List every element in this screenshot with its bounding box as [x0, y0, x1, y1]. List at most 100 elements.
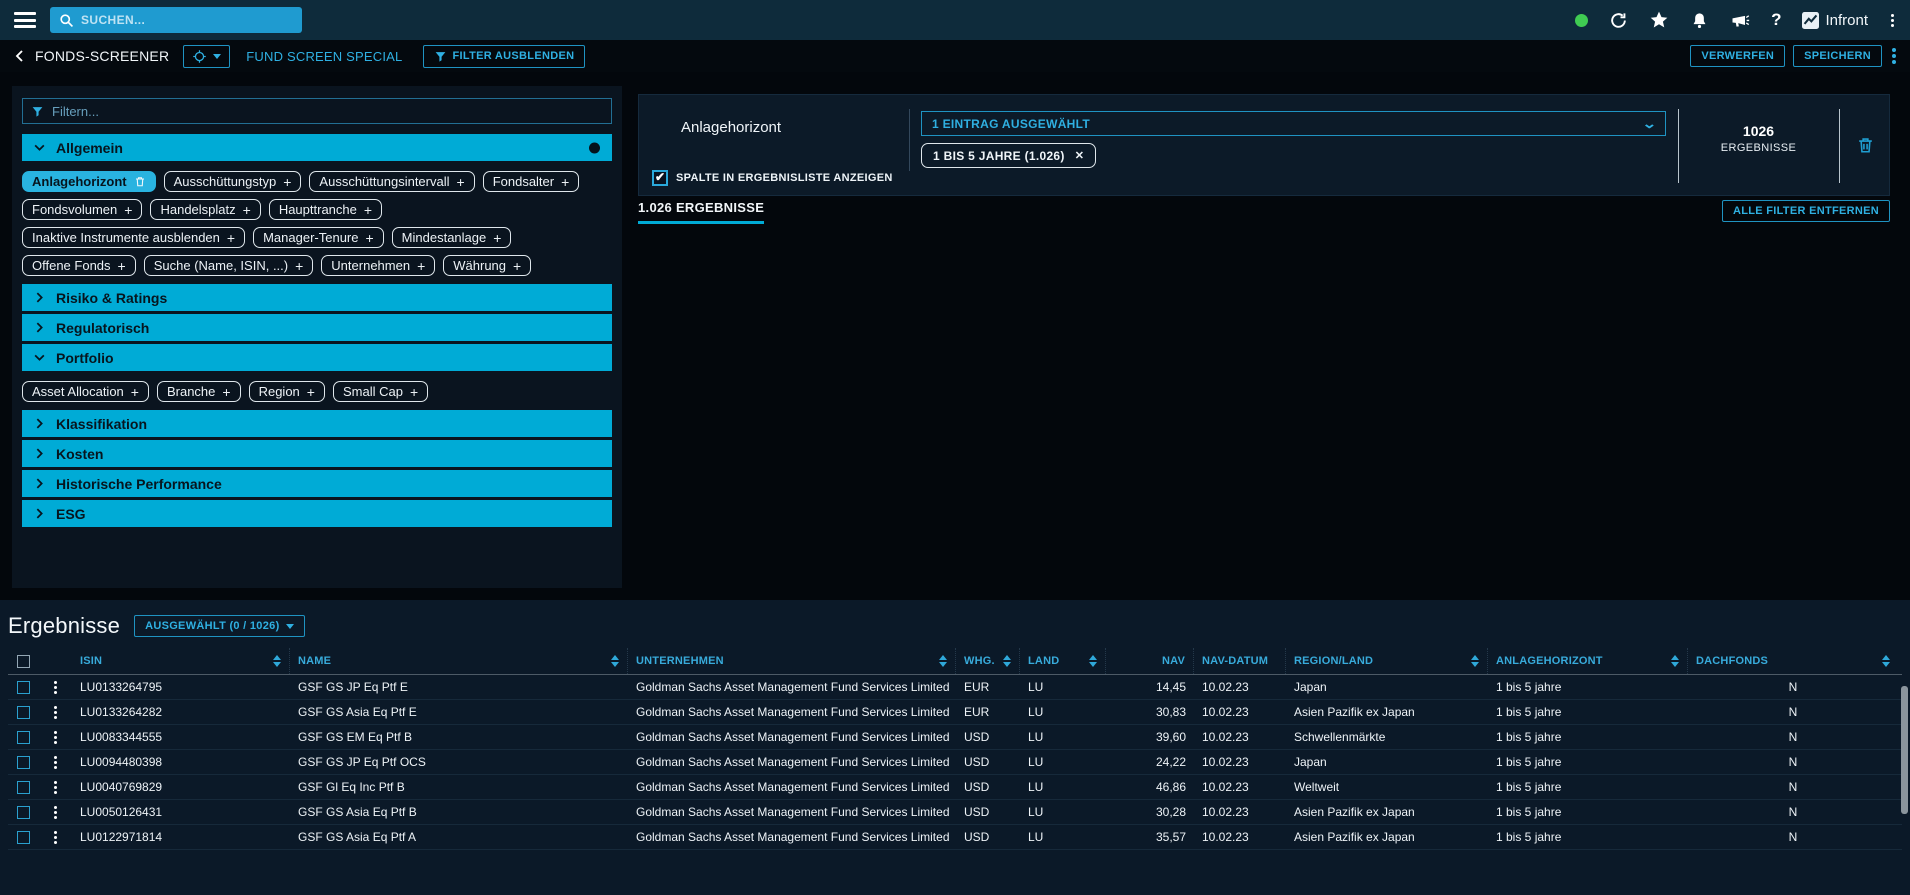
filter-chip-aussch-ttungsintervall[interactable]: Ausschüttungsintervall+ [309, 171, 474, 192]
star-icon[interactable] [1649, 10, 1669, 30]
filter-section-historische-performance[interactable]: Historische Performance [22, 470, 612, 497]
row-kebab-menu[interactable] [52, 779, 59, 796]
filter-section-regulatorisch[interactable]: Regulatorisch [22, 314, 612, 341]
filter-chip-handelsplatz[interactable]: Handelsplatz+ [150, 199, 260, 220]
table-row[interactable]: LU0133264795GSF GS JP Eq Ptf EGoldman Sa… [8, 675, 1902, 700]
row-kebab-menu[interactable] [52, 679, 59, 696]
filter-chip-region[interactable]: Region+ [249, 381, 325, 402]
row-kebab-menu[interactable] [52, 829, 59, 846]
filter-section-esg[interactable]: ESG [22, 500, 612, 527]
filter-chip-anlagehorizont[interactable]: Anlagehorizont [22, 171, 156, 192]
filter-chip-fondsalter[interactable]: Fondsalter+ [483, 171, 580, 192]
filter-area: Allgemein Anlagehorizont Ausschüttungstyp+… [0, 72, 1910, 600]
row-kebab-menu[interactable] [52, 804, 59, 821]
filter-chip-mindestanlage[interactable]: Mindestanlage+ [392, 227, 512, 248]
row-kebab-menu[interactable] [52, 754, 59, 771]
filter-chip-fondsvolumen[interactable]: Fondsvolumen+ [22, 199, 142, 220]
row-checkbox[interactable] [17, 681, 30, 694]
sort-icon[interactable] [1083, 655, 1097, 667]
clear-all-filters-button[interactable]: ALLE FILTER ENTFERNEN [1722, 200, 1890, 222]
discard-button[interactable]: VERWERFEN [1690, 45, 1785, 67]
cell-whg: USD [956, 805, 1020, 819]
sort-icon[interactable] [1665, 655, 1679, 667]
remove-value-icon[interactable]: ✕ [1075, 149, 1085, 162]
column-header-name[interactable]: NAME [290, 648, 628, 674]
save-button[interactable]: SPEICHERN [1793, 45, 1882, 67]
row-checkbox[interactable] [17, 706, 30, 719]
refresh-icon[interactable] [1609, 11, 1628, 30]
column-header-dachfonds[interactable]: DACHFONDS [1688, 648, 1898, 674]
row-checkbox[interactable] [17, 756, 30, 769]
row-checkbox[interactable] [17, 831, 30, 844]
row-checkbox[interactable] [17, 731, 30, 744]
filter-chip-aussch-ttungstyp[interactable]: Ausschüttungstyp+ [164, 171, 302, 192]
help-icon[interactable]: ? [1771, 10, 1781, 30]
column-header-nav[interactable]: NAV [1106, 648, 1194, 674]
table-row[interactable]: LU0094480398GSF GS JP Eq Ptf OCSGoldman … [8, 750, 1902, 775]
table-row[interactable]: LU0122971814GSF GS Asia Eq Ptf AGoldman … [8, 825, 1902, 850]
filter-chip-w-hrung[interactable]: Währung+ [443, 255, 531, 276]
row-kebab-menu[interactable] [52, 704, 59, 721]
filter-chip-asset-allocation[interactable]: Asset Allocation+ [22, 381, 149, 402]
horizon-select[interactable]: 1 EINTRAG AUSGEWÄHLT ⌄ [921, 111, 1666, 136]
filter-section-klassifikation[interactable]: Klassifikation [22, 410, 612, 437]
select-all-checkbox[interactable] [17, 655, 30, 668]
filter-chip-haupttranche[interactable]: Haupttranche+ [269, 199, 382, 220]
section-label: ESG [56, 506, 86, 522]
topbar-kebab-menu[interactable] [1889, 12, 1896, 29]
trash-icon[interactable] [134, 175, 146, 188]
sort-icon[interactable] [1465, 655, 1479, 667]
table-row[interactable]: LU0040769829GSF Gl Eq Inc Ptf BGoldman S… [8, 775, 1902, 800]
selected-value-chip[interactable]: 1 BIS 5 JAHRE (1.026) ✕ [921, 143, 1096, 168]
filter-section-risiko-ratings[interactable]: Risiko & Ratings [22, 284, 612, 311]
results-count-link[interactable]: 1.026 ERGEBNISSE [638, 200, 764, 224]
remove-filter-button[interactable] [1839, 95, 1891, 195]
column-header-anlagehorizont[interactable]: ANLAGEHORIZONT [1488, 648, 1688, 674]
column-header-unternehmen[interactable]: UNTERNEHMEN [628, 648, 956, 674]
megaphone-icon[interactable] [1730, 10, 1750, 30]
toolbar-kebab-menu[interactable] [1890, 46, 1898, 66]
column-header-isin[interactable]: ISIN [72, 648, 290, 674]
row-checkbox[interactable] [17, 806, 30, 819]
scrollbar-thumb[interactable] [1901, 686, 1908, 814]
filter-section-allgemein[interactable]: Allgemein [22, 134, 612, 161]
filter-chip-unternehmen[interactable]: Unternehmen+ [321, 255, 435, 276]
column-header-whg[interactable]: WHG. [956, 648, 1020, 674]
filter-chip-suche-name-isin[interactable]: Suche (Name, ISIN, ...)+ [144, 255, 314, 276]
global-search[interactable] [50, 7, 302, 33]
hamburger-menu-icon[interactable] [14, 12, 36, 28]
show-column-checkbox[interactable]: SPALTE IN ERGEBNISLISTE ANZEIGEN [652, 170, 893, 186]
selected-dropdown[interactable]: AUSGEWÄHLT (0 / 1026) [134, 615, 304, 637]
table-row[interactable]: LU0083344555GSF GS EM Eq Ptf BGoldman Sa… [8, 725, 1902, 750]
chevron-right-icon [33, 417, 46, 430]
filter-chip-offene-fonds[interactable]: Offene Fonds+ [22, 255, 136, 276]
vertical-scrollbar[interactable] [1901, 686, 1908, 886]
checkbox-icon[interactable] [652, 170, 668, 186]
search-input[interactable] [81, 13, 293, 27]
sort-icon[interactable] [997, 655, 1011, 667]
filter-chip-manager-tenure[interactable]: Manager-Tenure+ [253, 227, 384, 248]
sort-icon[interactable] [933, 655, 947, 667]
bell-icon[interactable] [1690, 11, 1709, 30]
table-row[interactable]: LU0050126431GSF GS Asia Eq Ptf BGoldman … [8, 800, 1902, 825]
column-header-nav-datum[interactable]: NAV-DATUM [1194, 648, 1286, 674]
sort-icon[interactable] [605, 655, 619, 667]
filter-chip-small-cap[interactable]: Small Cap+ [333, 381, 428, 402]
column-header-land[interactable]: LAND [1020, 648, 1106, 674]
filter-section-portfolio[interactable]: Portfolio [22, 344, 612, 371]
table-row[interactable]: LU0133264282GSF GS Asia Eq Ptf EGoldman … [8, 700, 1902, 725]
sort-icon[interactable] [267, 655, 281, 667]
filter-search-input[interactable] [52, 104, 603, 119]
column-header-region-land[interactable]: REGION/LAND [1286, 648, 1488, 674]
back-icon[interactable] [12, 48, 27, 64]
link-channel-button[interactable] [183, 45, 230, 68]
table-header-row: ISINNAMEUNTERNEHMENWHG.LANDNAVNAV-DATUMR… [8, 648, 1902, 675]
row-checkbox[interactable] [17, 781, 30, 794]
filter-chip-inaktive-instrumente-ausblenden[interactable]: Inaktive Instrumente ausblenden+ [22, 227, 245, 248]
sort-icon[interactable] [1876, 655, 1890, 667]
filter-section-kosten[interactable]: Kosten [22, 440, 612, 467]
hide-filters-button[interactable]: FILTER AUSBLENDEN [423, 45, 586, 68]
row-kebab-menu[interactable] [52, 729, 59, 746]
filter-search-field[interactable] [22, 98, 612, 124]
filter-chip-branche[interactable]: Branche+ [157, 381, 241, 402]
